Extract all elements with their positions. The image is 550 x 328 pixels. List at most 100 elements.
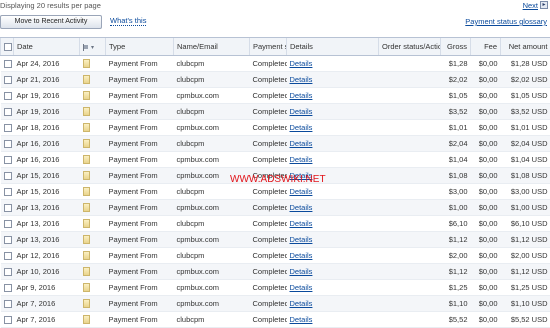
row-checkbox[interactable] — [4, 60, 12, 68]
type-cell: Payment From — [106, 296, 174, 312]
row-select-cell[interactable] — [1, 216, 14, 232]
column-header-gross[interactable]: Gross — [441, 38, 471, 56]
note-icon[interactable] — [83, 139, 90, 148]
column-header-flag[interactable]: ▾ — [80, 38, 106, 56]
row-select-cell[interactable] — [1, 168, 14, 184]
chevron-down-icon[interactable]: ▾ — [91, 44, 94, 51]
row-select-cell[interactable] — [1, 152, 14, 168]
row-select-cell[interactable] — [1, 248, 14, 264]
note-icon[interactable] — [83, 235, 90, 244]
details-link[interactable]: Details — [290, 59, 313, 68]
table-row[interactable]: Apr 7, 2016Payment FromclubcpmCompletedD… — [1, 312, 550, 328]
table-row[interactable]: Apr 19, 2016Payment Fromcpmbux.comComple… — [1, 88, 550, 104]
row-select-cell[interactable] — [1, 136, 14, 152]
row-checkbox[interactable] — [4, 92, 12, 100]
row-select-cell[interactable] — [1, 296, 14, 312]
row-checkbox[interactable] — [4, 268, 12, 276]
table-row[interactable]: Apr 18, 2016Payment Fromcpmbux.comComple… — [1, 120, 550, 136]
column-header-date[interactable]: Date — [14, 38, 80, 56]
move-to-recent-activity-button[interactable]: Move to Recent Activity — [0, 15, 102, 29]
table-row[interactable]: Apr 16, 2016Payment Fromcpmbux.comComple… — [1, 152, 550, 168]
details-link[interactable]: Details — [290, 251, 313, 260]
row-checkbox[interactable] — [4, 76, 12, 84]
details-link[interactable]: Details — [290, 139, 313, 148]
note-icon[interactable] — [83, 299, 90, 308]
row-select-cell[interactable] — [1, 312, 14, 328]
note-icon[interactable] — [83, 219, 90, 228]
column-header-name[interactable]: Name/Email — [174, 38, 250, 56]
table-row[interactable]: Apr 13, 2016Payment FromclubcpmCompleted… — [1, 216, 550, 232]
details-link[interactable]: Details — [290, 235, 313, 244]
details-link[interactable]: Details — [290, 123, 313, 132]
table-row[interactable]: Apr 9, 2016Payment Fromcpmbux.comComplet… — [1, 280, 550, 296]
row-checkbox[interactable] — [4, 204, 12, 212]
row-checkbox[interactable] — [4, 300, 12, 308]
note-icon[interactable] — [83, 107, 90, 116]
row-select-cell[interactable] — [1, 88, 14, 104]
note-icon[interactable] — [83, 187, 90, 196]
row-checkbox[interactable] — [4, 252, 12, 260]
note-icon[interactable] — [83, 267, 90, 276]
row-checkbox[interactable] — [4, 172, 12, 180]
details-link[interactable]: Details — [290, 219, 313, 228]
note-icon[interactable] — [83, 283, 90, 292]
column-header-net[interactable]: Net amount — [501, 38, 550, 56]
next-page-link[interactable]: Next — [523, 1, 538, 10]
details-link[interactable]: Details — [290, 203, 313, 212]
whats-this-link[interactable]: What's this — [110, 17, 146, 26]
row-checkbox[interactable] — [4, 108, 12, 116]
details-link[interactable]: Details — [290, 315, 313, 324]
select-all-checkbox[interactable] — [4, 43, 12, 51]
note-icon[interactable] — [83, 59, 90, 68]
table-row[interactable]: Apr 13, 2016Payment Fromcpmbux.comComple… — [1, 232, 550, 248]
table-row[interactable]: Apr 7, 2016Payment Fromcpmbux.comComplet… — [1, 296, 550, 312]
row-select-cell[interactable] — [1, 280, 14, 296]
select-all-cell[interactable] — [1, 38, 14, 56]
row-select-cell[interactable] — [1, 56, 14, 72]
row-select-cell[interactable] — [1, 184, 14, 200]
table-row[interactable]: Apr 10, 2016Payment Fromcpmbux.comComple… — [1, 264, 550, 280]
table-row[interactable]: Apr 16, 2016Payment FromclubcpmCompleted… — [1, 136, 550, 152]
row-select-cell[interactable] — [1, 72, 14, 88]
row-checkbox[interactable] — [4, 220, 12, 228]
row-checkbox[interactable] — [4, 140, 12, 148]
row-checkbox[interactable] — [4, 316, 12, 324]
table-row[interactable]: Apr 19, 2016Payment FromclubcpmCompleted… — [1, 104, 550, 120]
note-icon[interactable] — [83, 203, 90, 212]
column-header-type[interactable]: Type — [106, 38, 174, 56]
note-icon[interactable] — [83, 123, 90, 132]
payment-status-glossary-link[interactable]: Payment status glossary — [465, 17, 547, 26]
table-row[interactable]: Apr 15, 2016Payment FromclubcpmCompleted… — [1, 184, 550, 200]
details-link[interactable]: Details — [290, 107, 313, 116]
table-row[interactable]: Apr 13, 2016Payment Fromcpmbux.comComple… — [1, 200, 550, 216]
row-checkbox[interactable] — [4, 188, 12, 196]
row-checkbox[interactable] — [4, 236, 12, 244]
note-icon[interactable] — [83, 155, 90, 164]
row-select-cell[interactable] — [1, 200, 14, 216]
details-link[interactable]: Details — [290, 155, 313, 164]
details-link[interactable]: Details — [290, 91, 313, 100]
next-arrow-icon[interactable]: ▸ — [540, 1, 548, 9]
note-icon[interactable] — [83, 75, 90, 84]
note-icon[interactable] — [83, 91, 90, 100]
details-link[interactable]: Details — [290, 299, 313, 308]
note-icon[interactable] — [83, 315, 90, 324]
column-header-fee[interactable]: Fee — [471, 38, 501, 56]
row-checkbox[interactable] — [4, 124, 12, 132]
table-row[interactable]: Apr 24, 2016Payment FromclubcpmCompleted… — [1, 56, 550, 72]
details-link[interactable]: Details — [290, 267, 313, 276]
details-link[interactable]: Details — [290, 283, 313, 292]
note-icon[interactable] — [83, 171, 90, 180]
table-row[interactable]: Apr 21, 2016Payment FromclubcpmCompleted… — [1, 72, 550, 88]
column-header-status[interactable]: Payment status — [250, 38, 287, 56]
row-select-cell[interactable] — [1, 120, 14, 136]
details-link[interactable]: Details — [290, 75, 313, 84]
row-checkbox[interactable] — [4, 156, 12, 164]
row-select-cell[interactable] — [1, 104, 14, 120]
row-checkbox[interactable] — [4, 284, 12, 292]
details-link[interactable]: Details — [290, 187, 313, 196]
row-select-cell[interactable] — [1, 232, 14, 248]
note-icon[interactable] — [83, 251, 90, 260]
table-row[interactable]: Apr 12, 2016Payment FromclubcpmCompleted… — [1, 248, 550, 264]
row-select-cell[interactable] — [1, 264, 14, 280]
